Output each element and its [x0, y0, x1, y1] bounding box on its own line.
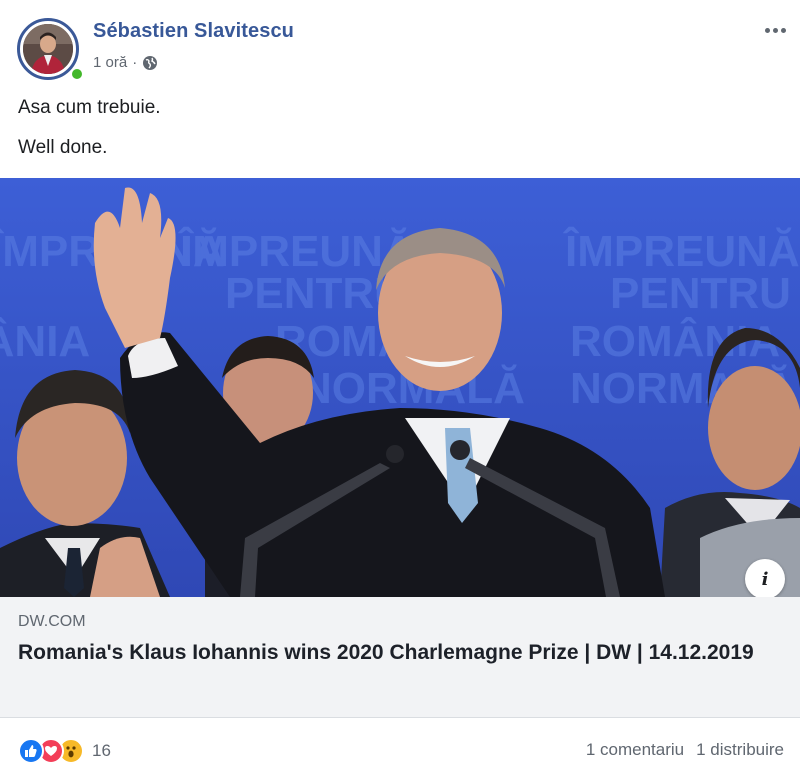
reaction-count: 16 [92, 741, 111, 760]
post-meta: 1 oră · [93, 54, 158, 71]
post-header: Sébastien Slavitescu 1 oră · [0, 0, 800, 90]
link-preview-card[interactable]: DW.COM Romania's Klaus Iohannis wins 202… [0, 597, 800, 718]
banner-text: PENTRU [610, 269, 791, 318]
post-text-line: Well done. [18, 136, 108, 158]
engagement-stats: 1 comentariu 1 distribuire [586, 740, 784, 760]
post-text: Asa cum trebuie. Well done. [18, 96, 161, 175]
reactions-summary[interactable]: 16 [18, 738, 111, 764]
banner-text: ROMÂNIA [0, 316, 90, 366]
post-footer: 16 1 comentariu 1 distribuire [0, 719, 800, 780]
link-preview-image[interactable]: ÎMPREUNĂ ÎMPREUNĂ ÎMPREUNĂ PENTRU PENTRU… [0, 178, 800, 597]
avatar-image [23, 24, 73, 74]
banner-text: ROMÂNIA [570, 316, 780, 366]
link-title[interactable]: Romania's Klaus Iohannis wins 2020 Charl… [18, 639, 778, 667]
post-timestamp[interactable]: 1 oră [93, 54, 127, 71]
globe-icon[interactable] [142, 55, 158, 71]
more-options-icon[interactable] [760, 18, 790, 42]
comments-count[interactable]: 1 comentariu [586, 740, 684, 760]
info-icon[interactable]: i [745, 559, 785, 597]
avatar[interactable] [17, 18, 84, 81]
post-text-line: Asa cum trebuie. [18, 97, 161, 118]
author-name[interactable]: Sébastien Slavitescu [93, 20, 294, 43]
shares-count[interactable]: 1 distribuire [696, 740, 784, 760]
like-icon [18, 738, 44, 764]
meta-separator: · [132, 54, 138, 71]
link-domain: DW.COM [18, 613, 86, 630]
online-status-indicator [70, 67, 84, 81]
